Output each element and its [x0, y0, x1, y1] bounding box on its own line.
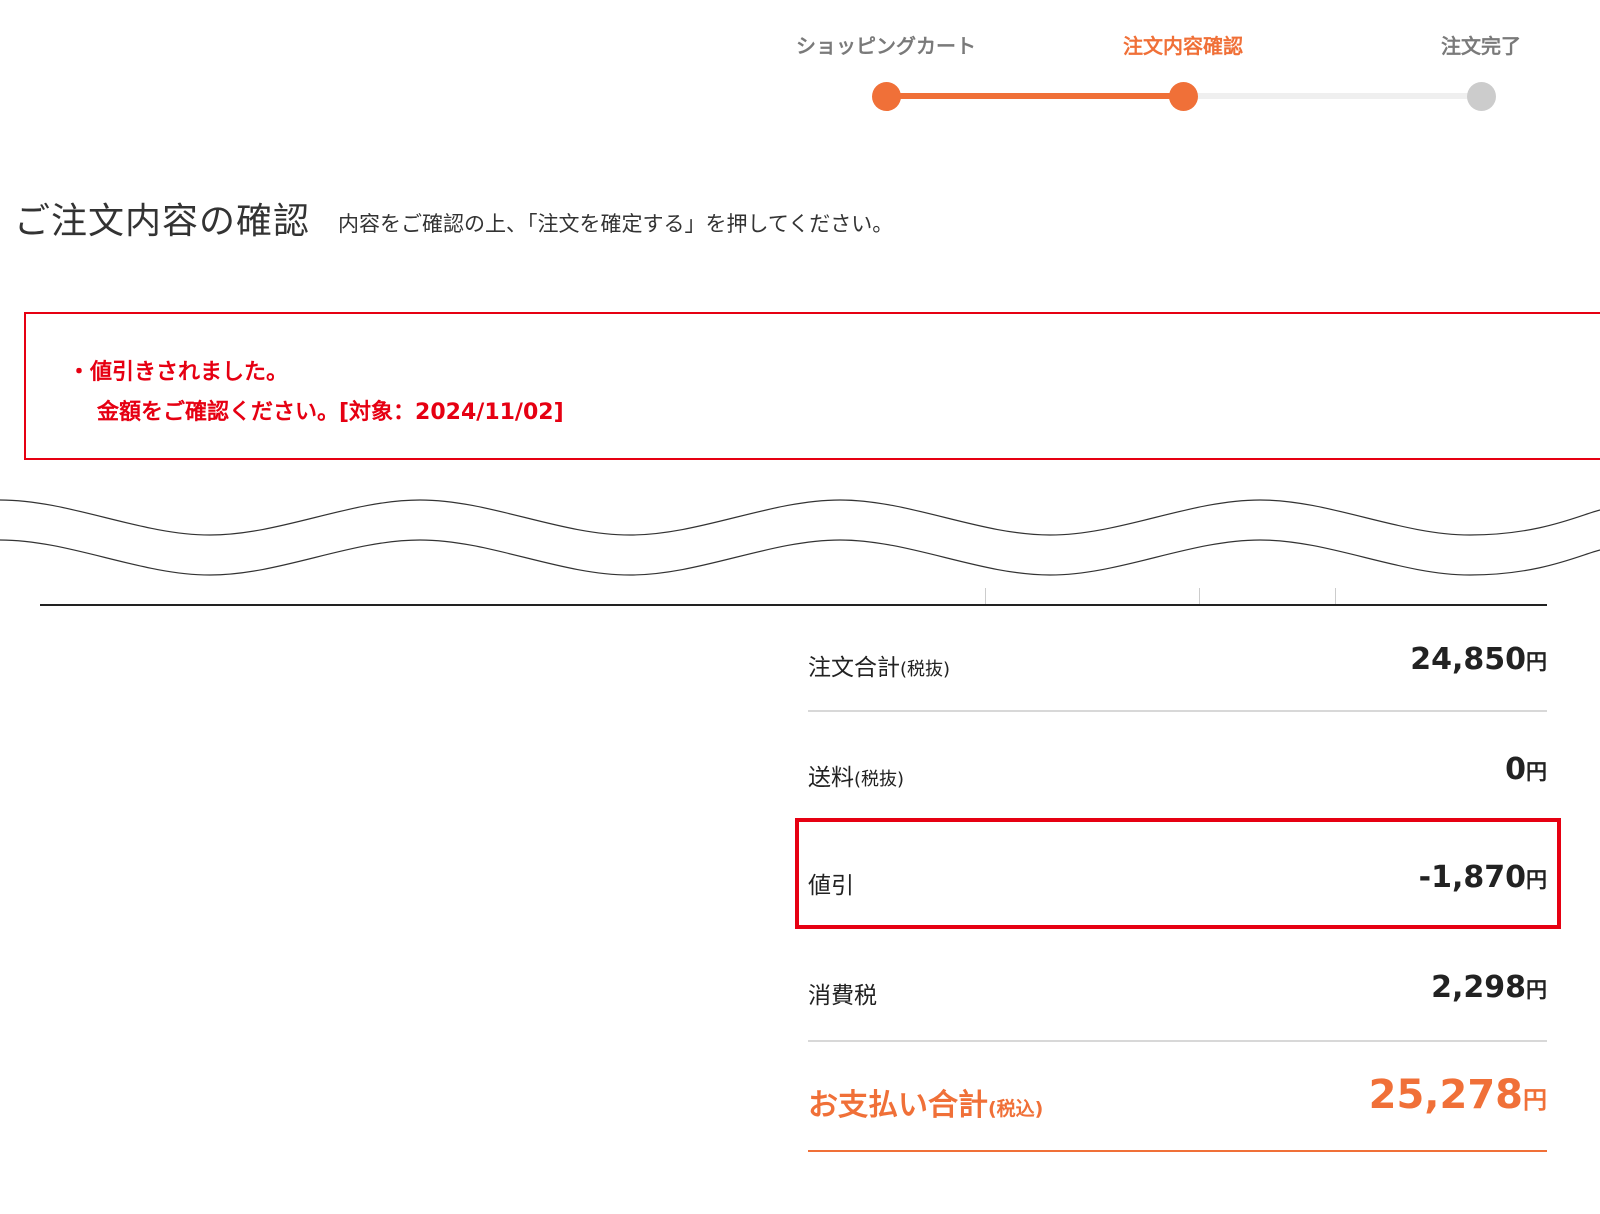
summary-label: 値引: [808, 866, 854, 900]
alert-message-line1: ・値引きされました。: [68, 360, 289, 385]
summary-label-text: 値引: [808, 873, 854, 899]
row-divider: [808, 1040, 1547, 1042]
step-label-cart: ショッピングカート: [796, 34, 976, 58]
step-label-confirm: 注文内容確認: [1123, 34, 1243, 58]
summary-label-text: 消費税: [808, 983, 877, 1009]
summary-value-amount: -1,870: [1418, 860, 1526, 895]
total-divider: [808, 1150, 1547, 1152]
currency-unit: 円: [1526, 868, 1547, 892]
summary-label: 送料(税抜): [808, 758, 904, 792]
step-dot-confirm: [1169, 82, 1198, 111]
summary-value: 24,850円: [1410, 642, 1547, 677]
summary-value: -1,870円: [1419, 860, 1547, 895]
progress-line-remaining: [1183, 93, 1481, 99]
summary-label-text: 送料: [808, 765, 854, 791]
total-label: お支払い合計(税込): [808, 1080, 1043, 1124]
total-label-text: お支払い合計: [808, 1088, 988, 1123]
column-divider: [1199, 588, 1200, 604]
checkout-progress-stepper: ショッピングカート 注文内容確認 注文完了: [0, 0, 1600, 130]
total-value: 25,278円: [1369, 1072, 1547, 1118]
progress-line-completed: [886, 93, 1183, 99]
wave-line-upper: [0, 499, 1600, 536]
summary-value-amount: 2,298: [1431, 970, 1526, 1005]
summary-label: 注文合計(税抜): [808, 648, 950, 682]
wave-divider: [0, 499, 1600, 576]
summary-value-amount: 24,850: [1410, 642, 1526, 677]
column-divider: [1335, 588, 1336, 604]
currency-unit: 円: [1526, 760, 1547, 784]
alert-message-line2: 金額をご確認ください。[対象：2024/11/02]: [97, 400, 564, 425]
column-divider: [985, 588, 986, 604]
total-label-note: (税込): [988, 1098, 1044, 1120]
summary-row-shipping: 送料(税抜) 0円: [808, 750, 1547, 804]
currency-unit: 円: [1523, 1086, 1547, 1114]
summary-row-discount: 値引 -1,870円: [808, 858, 1547, 912]
summary-value: 0円: [1505, 752, 1547, 787]
step-dot-cart: [872, 82, 901, 111]
wave-line-lower: [0, 539, 1600, 576]
summary-row-tax: 消費税 2,298円: [808, 968, 1547, 1022]
currency-unit: 円: [1526, 978, 1547, 1002]
currency-unit: 円: [1526, 650, 1547, 674]
page-subtitle: 内容をご確認の上、「注文を確定する」を押してください。: [338, 212, 894, 236]
step-label-complete: 注文完了: [1441, 34, 1521, 58]
summary-row-total: お支払い合計(税込) 25,278円: [808, 1072, 1547, 1134]
row-divider: [808, 710, 1547, 712]
summary-value-amount: 0: [1505, 752, 1526, 787]
summary-label: 消費税: [808, 976, 877, 1010]
summary-label-note: (税抜): [900, 659, 951, 680]
summary-label-text: 注文合計: [808, 655, 900, 681]
summary-value: 2,298円: [1431, 970, 1547, 1005]
table-bottom-border: [40, 604, 1547, 606]
page-title: ご注文内容の確認: [14, 201, 311, 242]
summary-label-note: (税抜): [854, 769, 905, 790]
total-value-amount: 25,278: [1368, 1072, 1523, 1118]
summary-row-subtotal: 注文合計(税抜) 24,850円: [808, 640, 1547, 694]
step-dot-complete: [1467, 82, 1496, 111]
discount-alert-box: ・値引きされました。 金額をご確認ください。[対象：2024/11/02]: [24, 312, 1600, 460]
